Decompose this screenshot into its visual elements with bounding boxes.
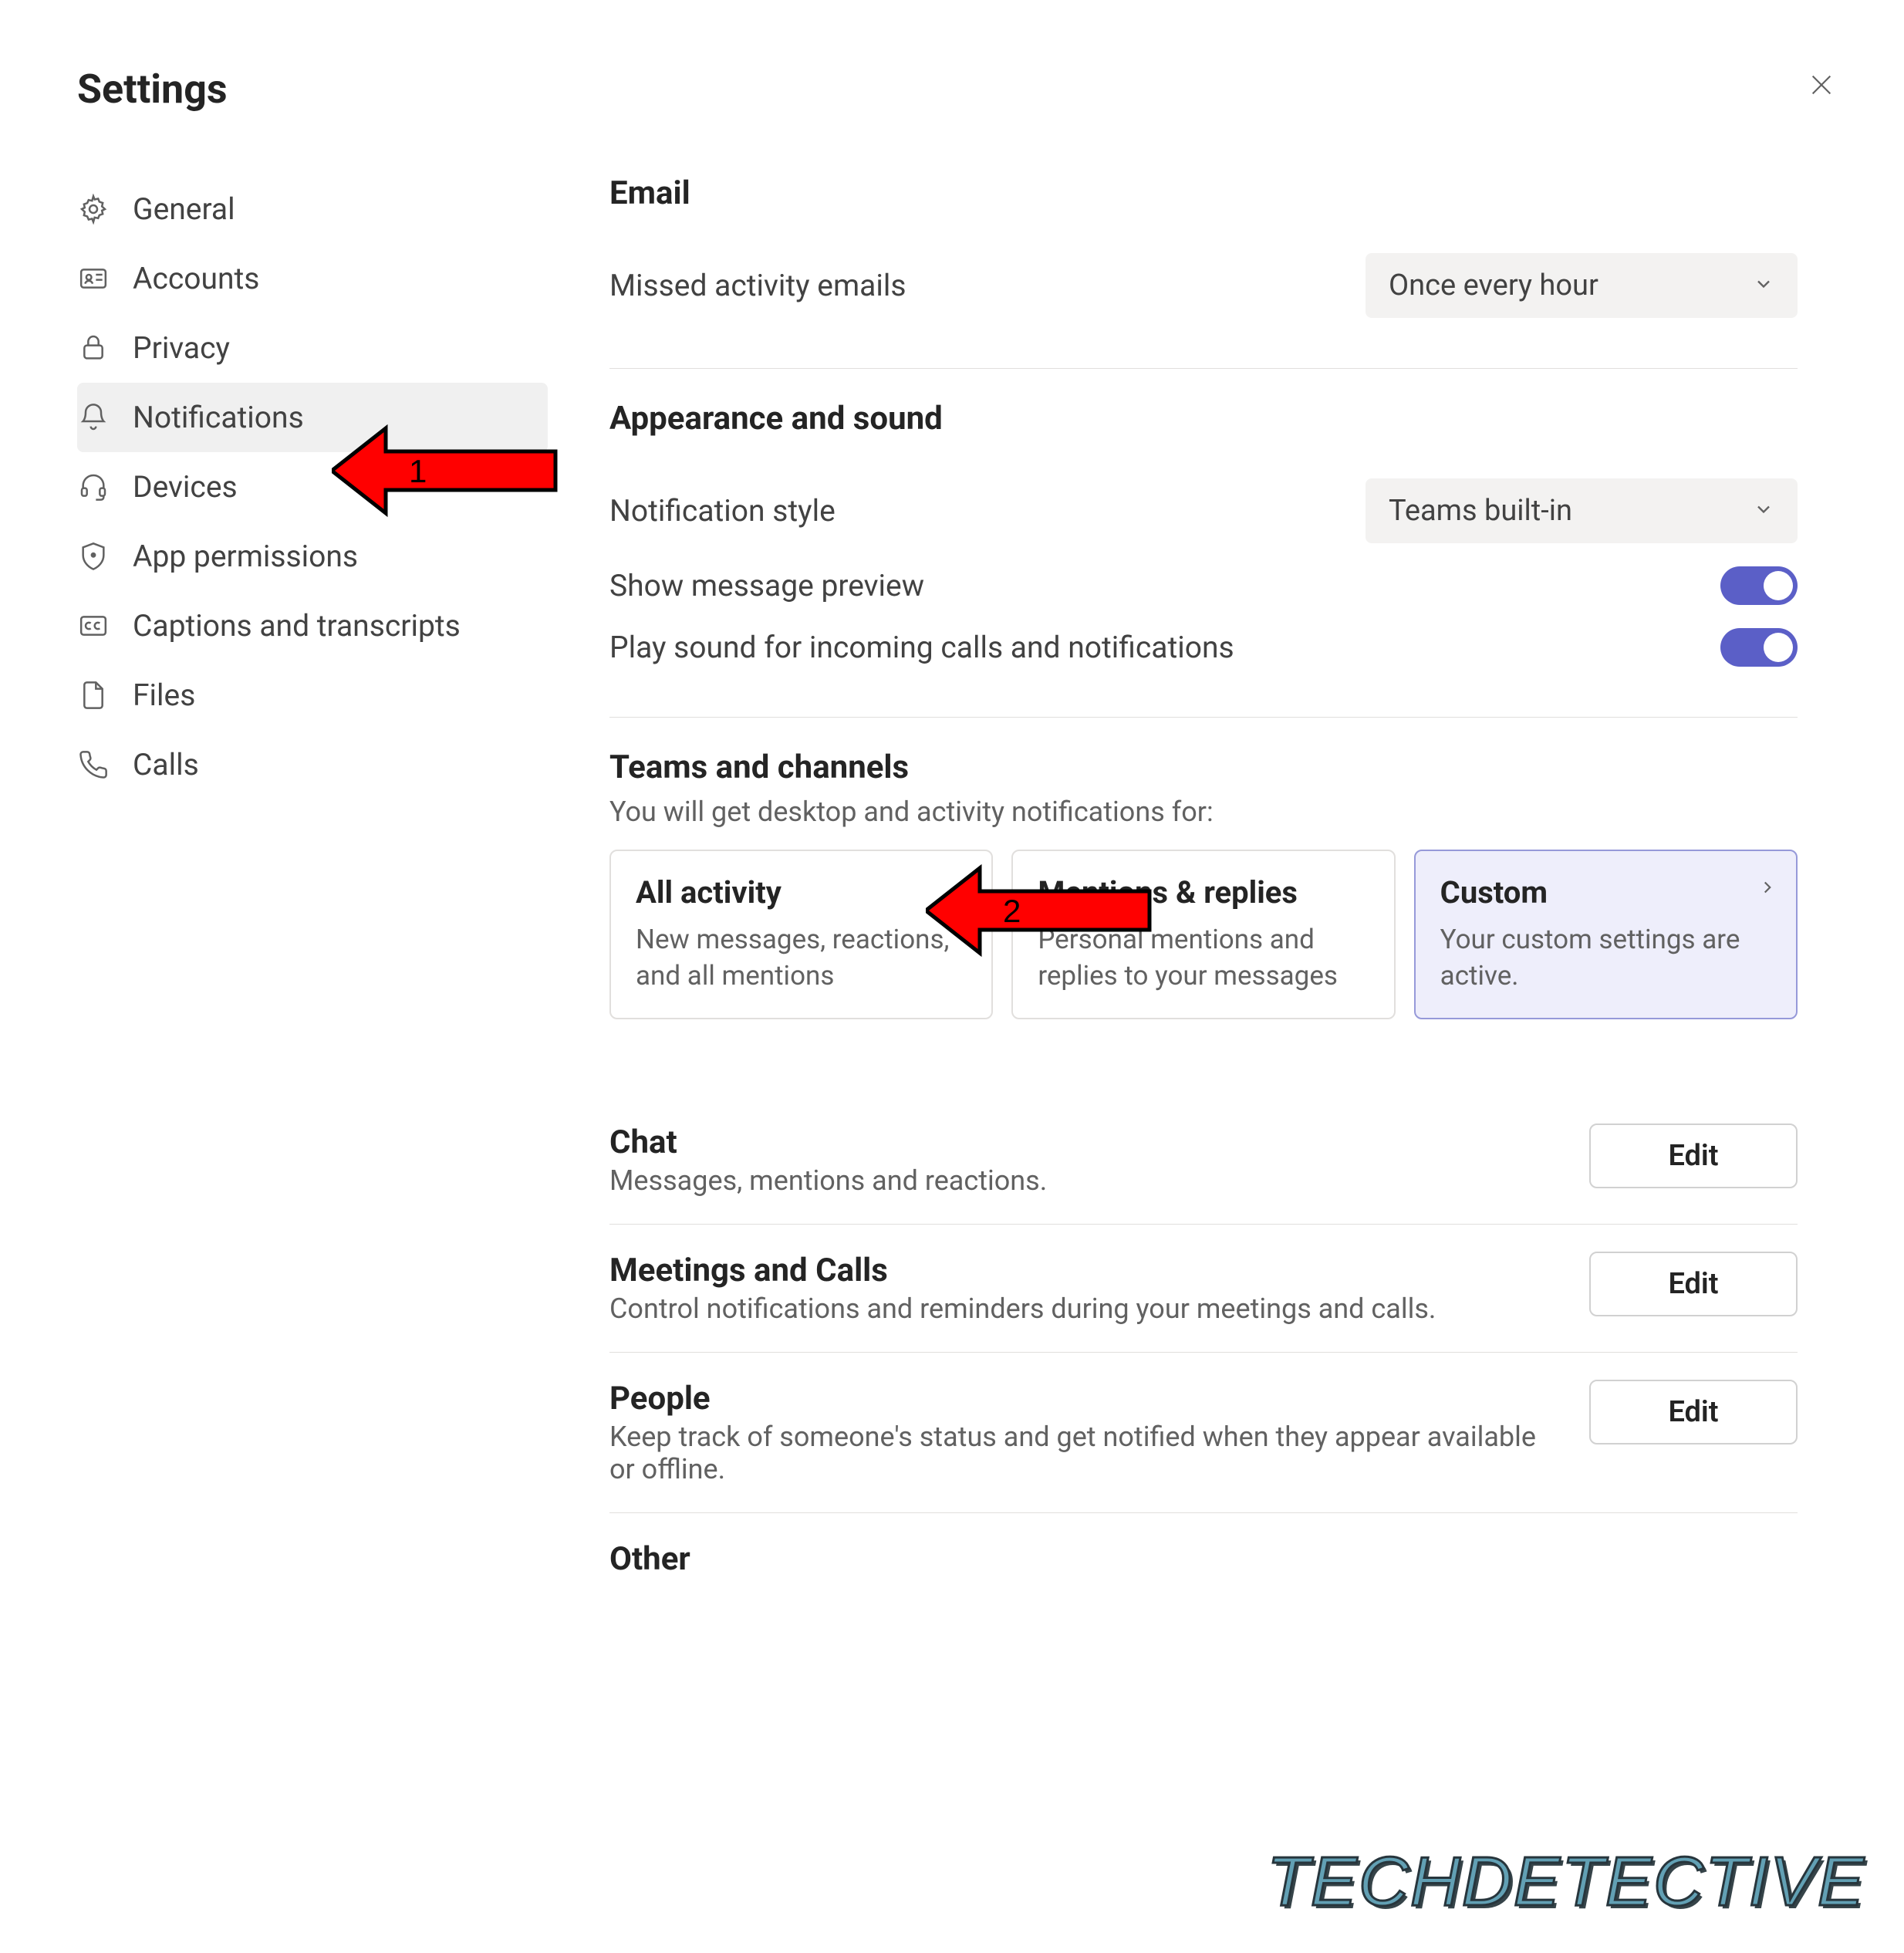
annotation-arrow-2: 2: [926, 860, 1157, 964]
settings-sidebar: General Accounts Privacy Notifications: [77, 174, 548, 1605]
play-sound-label: Play sound for incoming calls and notifi…: [609, 630, 1234, 665]
sidebar-item-app-permissions[interactable]: App permissions: [77, 522, 548, 591]
sidebar-item-label: App permissions: [133, 539, 358, 574]
section-appearance: Appearance and sound Notification style …: [609, 400, 1798, 718]
phone-icon: [77, 748, 110, 781]
sidebar-item-label: Files: [133, 677, 195, 713]
group-other: Other: [609, 1513, 1798, 1605]
show-preview-label: Show message preview: [609, 568, 924, 603]
group-title: Chat: [609, 1123, 1558, 1161]
card-title: All activity: [636, 874, 967, 911]
file-icon: [77, 679, 110, 711]
card-title: Custom: [1440, 874, 1771, 911]
section-title: Appearance and sound: [609, 400, 1798, 438]
chevron-down-icon: [1753, 494, 1774, 528]
group-title: Other: [609, 1540, 1798, 1578]
edit-meetings-button[interactable]: Edit: [1589, 1252, 1798, 1316]
annotation-label: 1: [409, 453, 427, 489]
section-teams-channels: Teams and channels You will get desktop …: [609, 748, 1798, 1066]
gear-icon: [77, 193, 110, 225]
headset-icon: [77, 471, 110, 503]
card-custom[interactable]: Custom Your custom settings are active.: [1414, 850, 1798, 1019]
group-title: Meetings and Calls: [609, 1252, 1558, 1289]
group-title: People: [609, 1380, 1558, 1417]
card-desc: Your custom settings are active.: [1440, 921, 1771, 995]
close-icon: [1808, 72, 1835, 101]
chevron-down-icon: [1753, 269, 1774, 302]
annotation-label: 2: [1003, 893, 1021, 929]
edit-chat-button[interactable]: Edit: [1589, 1123, 1798, 1188]
group-desc: Keep track of someone's status and get n…: [609, 1421, 1558, 1485]
shield-icon: [77, 540, 110, 573]
page-title: Settings: [77, 66, 1873, 113]
bell-icon: [77, 401, 110, 434]
section-desc: You will get desktop and activity notifi…: [609, 796, 1798, 828]
sidebar-item-label: Privacy: [133, 330, 230, 366]
group-people: People Keep track of someone's status an…: [609, 1353, 1798, 1513]
group-chat: Chat Messages, mentions and reactions. E…: [609, 1096, 1798, 1225]
sidebar-item-label: General: [133, 191, 235, 227]
missed-emails-label: Missed activity emails: [609, 268, 906, 303]
play-sound-toggle[interactable]: [1720, 628, 1798, 667]
group-meetings: Meetings and Calls Control notifications…: [609, 1225, 1798, 1353]
missed-emails-select[interactable]: Once every hour: [1366, 253, 1798, 318]
sidebar-item-accounts[interactable]: Accounts: [77, 244, 548, 313]
cc-icon: [77, 610, 110, 642]
chevron-right-icon: [1757, 877, 1777, 900]
select-value: Teams built-in: [1389, 494, 1572, 528]
sidebar-item-captions[interactable]: Captions and transcripts: [77, 591, 548, 661]
card-desc: New messages, reactions, and all mention…: [636, 921, 967, 995]
settings-main: Email Missed activity emails Once every …: [548, 174, 1821, 1605]
sidebar-item-label: Captions and transcripts: [133, 608, 461, 644]
sidebar-item-label: Notifications: [133, 400, 304, 435]
sidebar-item-files[interactable]: Files: [77, 661, 548, 730]
annotation-arrow-1: 1: [332, 421, 563, 524]
lock-icon: [77, 332, 110, 364]
notification-style-select[interactable]: Teams built-in: [1366, 478, 1798, 543]
group-desc: Messages, mentions and reactions.: [609, 1164, 1558, 1197]
section-email: Email Missed activity emails Once every …: [609, 174, 1798, 369]
section-title: Email: [609, 174, 1798, 212]
watermark: TECHDETECTIVE: [1267, 1843, 1865, 1922]
sidebar-item-label: Calls: [133, 747, 199, 782]
id-card-icon: [77, 262, 110, 295]
sidebar-item-privacy[interactable]: Privacy: [77, 313, 548, 383]
show-preview-toggle[interactable]: [1720, 566, 1798, 605]
edit-people-button[interactable]: Edit: [1589, 1380, 1798, 1444]
select-value: Once every hour: [1389, 269, 1598, 302]
notification-style-label: Notification style: [609, 493, 836, 529]
sidebar-item-label: Devices: [133, 469, 238, 505]
sidebar-item-calls[interactable]: Calls: [77, 730, 548, 799]
sidebar-item-label: Accounts: [133, 261, 259, 296]
sidebar-item-general[interactable]: General: [77, 174, 548, 244]
section-title: Teams and channels: [609, 748, 1798, 786]
group-desc: Control notifications and reminders duri…: [609, 1292, 1558, 1325]
close-button[interactable]: [1804, 69, 1838, 103]
